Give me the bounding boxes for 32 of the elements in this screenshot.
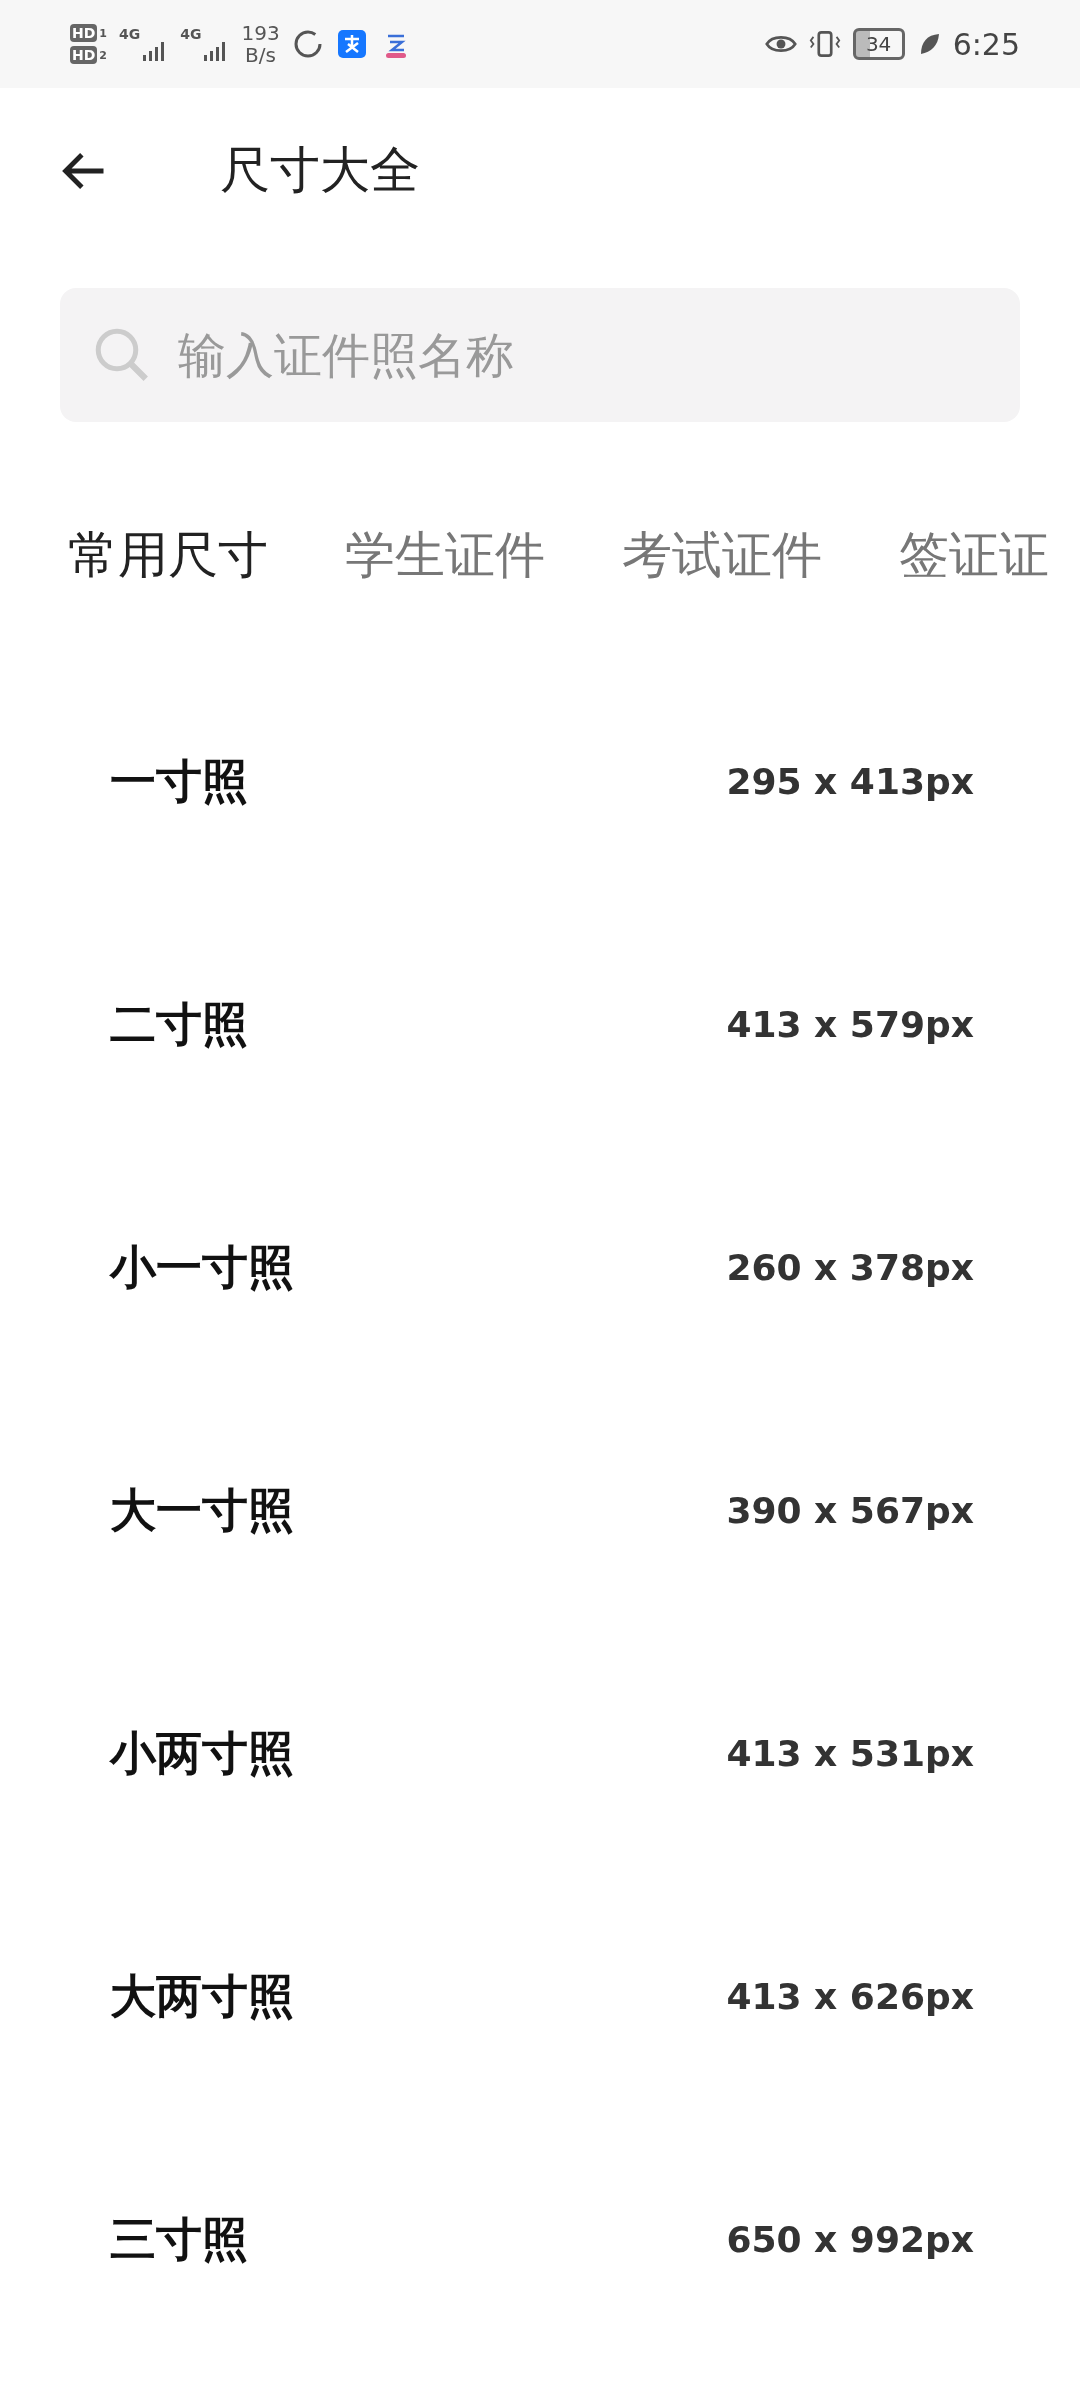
- category-tab[interactable]: 考试证件: [622, 522, 822, 589]
- vibrate-icon: [808, 28, 841, 60]
- pixel-dimensions: 390 x 567px: [726, 1490, 974, 1531]
- page-title: 尺寸大全: [220, 140, 420, 201]
- network-type: 4G: [119, 26, 141, 42]
- photo-size-name[interactable]: 大一寸照: [110, 1479, 294, 1542]
- speed-text: 193: [241, 22, 280, 44]
- category-tab[interactable]: 签证证: [899, 522, 1049, 589]
- hd-badge: HD: [70, 24, 98, 42]
- pixel-dimensions: 413 x 626px: [726, 1976, 974, 2017]
- category-tab[interactable]: 学生证件: [345, 522, 545, 589]
- hd-badge: HD: [70, 46, 98, 64]
- app-icon: [335, 28, 368, 60]
- pixel-dimensions: 260 x 378px: [726, 1247, 974, 1288]
- photo-size-name[interactable]: 二寸照: [110, 993, 248, 1056]
- pixel-dimensions: 413 x 531px: [726, 1733, 974, 1774]
- speed-text: B/s: [245, 44, 276, 66]
- pixel-dimensions: 413 x 579px: [726, 1004, 974, 1045]
- photo-size-name[interactable]: 三寸照: [110, 2208, 248, 2271]
- battery-icon: 34: [852, 28, 905, 60]
- search-field[interactable]: 输入证件照名称: [60, 288, 1020, 422]
- category-tab[interactable]: 常用尺寸: [68, 522, 268, 589]
- sim-slot: 2: [99, 48, 107, 62]
- clock: 6:25: [952, 26, 1020, 62]
- photo-size-name[interactable]: 大两寸照: [110, 1965, 294, 2028]
- photo-size-name[interactable]: 小两寸照: [110, 1722, 294, 1785]
- photo-size-name[interactable]: 一寸照: [110, 750, 248, 813]
- photo-size-name[interactable]: 小一寸照: [110, 1236, 294, 1299]
- network-type: 4G: [180, 26, 202, 42]
- pixel-dimensions: 295 x 413px: [726, 761, 974, 802]
- pixel-dimensions: 650 x 992px: [726, 2219, 974, 2260]
- sim-slot: 1: [99, 26, 107, 40]
